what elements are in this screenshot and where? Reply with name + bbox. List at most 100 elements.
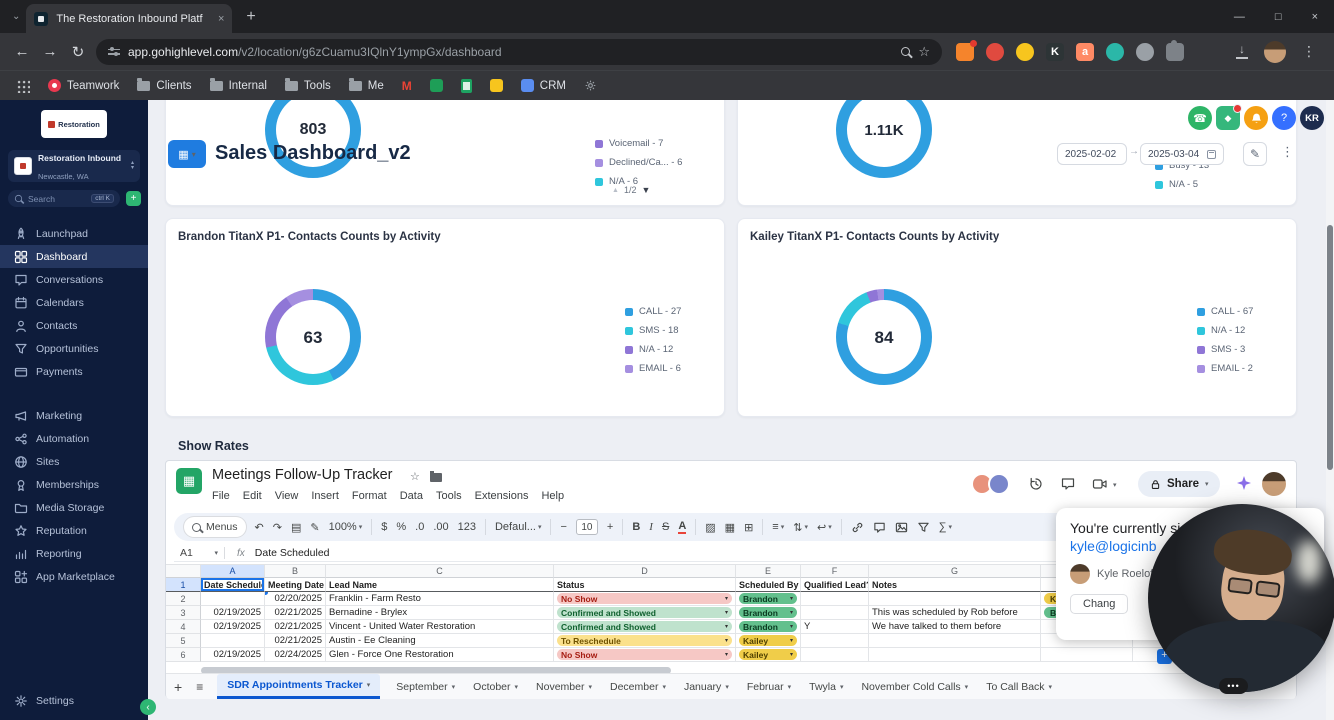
cell-lead-name[interactable]: Glen - Force One Restoration	[326, 648, 554, 662]
cell-lead-name[interactable]: Bernadine - Brylex	[326, 606, 554, 620]
cell-scheduled-by[interactable]: Brandon ▾	[736, 620, 801, 634]
cell-meeting-date[interactable]: 02/24/2025	[265, 648, 326, 662]
cell-date-scheduled[interactable]	[201, 592, 265, 606]
sidebar-item-automation[interactable]: Automation	[0, 427, 148, 450]
sheets-menu-item[interactable]: File	[212, 490, 230, 502]
scheduled-by-dropdown-chip[interactable]: Kailey ▾	[739, 649, 797, 660]
sidebar-item-opportunities[interactable]: Opportunities	[0, 337, 148, 360]
formula-input[interactable]: Date Scheduled	[255, 547, 330, 559]
forward-button[interactable]: →	[36, 43, 64, 60]
row-number[interactable]: 3	[166, 606, 201, 620]
announcements-icon[interactable]: ◆	[1216, 104, 1242, 130]
sidebar-item-sites[interactable]: Sites	[0, 450, 148, 473]
location-switcher[interactable]: Restoration Inbound Newcastle, WA ▴ ▾	[8, 150, 140, 182]
cell-notes[interactable]	[869, 648, 1041, 662]
zoom-select[interactable]: 100% ▾	[329, 521, 363, 533]
row-number[interactable]: 4	[166, 620, 201, 634]
sidebar-item-reporting[interactable]: Reporting	[0, 542, 148, 565]
bookmark-teamwork[interactable]: Teamwork	[48, 79, 119, 92]
date-to-input[interactable]: 2025-03-04	[1140, 143, 1224, 165]
text-color-icon[interactable]: A	[678, 520, 687, 534]
insert-link-icon[interactable]	[851, 521, 864, 534]
browser-tab[interactable]: The Restoration Inbound Platf ×	[26, 4, 233, 33]
bookmark-palm[interactable]	[429, 79, 443, 92]
cell-extra[interactable]	[1041, 648, 1133, 662]
number-format-icon[interactable]: 123	[458, 521, 476, 533]
edit-dashboard-button[interactable]: ✎	[1243, 142, 1267, 166]
quick-add-button[interactable]: +	[126, 191, 141, 206]
bookmark-settings[interactable]	[584, 79, 597, 92]
star-icon[interactable]: ☆	[410, 470, 420, 483]
sidebar-item-launchpad[interactable]: Launchpad	[0, 222, 148, 245]
bookmark-folder-crm[interactable]: CRM	[520, 79, 566, 92]
column-header-e[interactable]: E	[736, 565, 801, 578]
sidebar-item-contacts[interactable]: Contacts	[0, 314, 148, 337]
column-header-c[interactable]: C	[326, 565, 554, 578]
cell-status[interactable]: Confirmed and Showed ▾	[554, 606, 736, 620]
window-close-button[interactable]: ×	[1312, 11, 1318, 23]
cell-meeting-date[interactable]: 02/20/2025	[265, 592, 326, 606]
menus-search-button[interactable]: Menus	[184, 517, 246, 537]
version-history-icon[interactable]	[1028, 476, 1044, 497]
sheet-tab[interactable]: To Call Back ▾	[984, 674, 1054, 699]
sidebar-item-media-storage[interactable]: Media Storage	[0, 496, 148, 519]
cell-status[interactable]: No Show ▾	[554, 648, 736, 662]
status-dropdown-chip[interactable]: Confirmed and Showed ▾	[557, 621, 732, 632]
bookmark-gmail[interactable]: M	[402, 79, 412, 93]
cell-meeting-date[interactable]: 02/21/2025	[265, 620, 326, 634]
sheets-menu-item[interactable]: Format	[352, 490, 387, 502]
scheduled-by-dropdown-chip[interactable]: Brandon ▾	[739, 607, 797, 618]
sheet-tab[interactable]: SDR Appointments Tracker ▾	[217, 674, 381, 699]
bookmark-slides[interactable]	[489, 79, 503, 92]
font-select[interactable]: Defaul... ▾	[495, 521, 541, 533]
bookmark-star-icon[interactable]: ☆	[918, 44, 930, 60]
bookmark-folder-me[interactable]: Me	[348, 78, 384, 92]
row-number[interactable]: 2	[166, 592, 201, 606]
webcam-overlay[interactable]	[1148, 504, 1334, 692]
name-box[interactable]: A1 ▾	[174, 547, 224, 559]
sheets-menu-item[interactable]: Help	[541, 490, 564, 502]
column-header-b[interactable]: B	[265, 565, 326, 578]
insert-image-icon[interactable]	[895, 521, 908, 534]
cell-meeting-date[interactable]: 02/21/2025	[265, 606, 326, 620]
reload-button[interactable]: ↻	[64, 43, 92, 61]
sheet-user-avatar[interactable]	[1262, 472, 1286, 496]
date-from-input[interactable]: 2025-02-02	[1057, 143, 1127, 165]
bookmark-folder-internal[interactable]: Internal	[209, 78, 267, 92]
sheets-menu-item[interactable]: Edit	[243, 490, 262, 502]
sidebar-item-calendars[interactable]: Calendars	[0, 291, 148, 314]
gemini-sparkle-icon[interactable]	[1236, 475, 1252, 496]
sheets-menu-item[interactable]: Tools	[436, 490, 462, 502]
tab-close-icon[interactable]: ×	[218, 13, 224, 25]
cell-qualified[interactable]: Y	[801, 620, 869, 634]
font-size-increase-icon[interactable]: +	[607, 521, 613, 533]
site-info-icon[interactable]	[108, 47, 120, 55]
cell-a1[interactable]: Date Scheduled	[201, 578, 265, 592]
extension-icon-4[interactable]: K	[1046, 42, 1064, 61]
cell-qualified[interactable]	[801, 648, 869, 662]
share-button[interactable]: Share ▾	[1138, 471, 1221, 497]
cell-scheduled-by[interactable]: Brandon ▾	[736, 592, 801, 606]
filter-icon[interactable]	[917, 521, 930, 534]
cell[interactable]: Notes	[869, 578, 1041, 592]
strikethrough-icon[interactable]: S	[662, 521, 669, 533]
sheet-tab[interactable]: September ▾	[394, 674, 457, 699]
sheet-tab[interactable]: Februar ▾	[745, 674, 793, 699]
extension-icon-6[interactable]	[1106, 42, 1124, 61]
cell-meeting-date[interactable]: 02/21/2025	[265, 634, 326, 648]
sidebar-item-app-marketplace[interactable]: App Marketplace	[0, 565, 148, 588]
bookmark-folder-clients[interactable]: Clients	[137, 78, 192, 92]
sidebar-collapse-button[interactable]: ‹	[140, 699, 156, 715]
all-sheets-icon[interactable]: ≡	[196, 680, 203, 694]
column-header-f[interactable]: F	[801, 565, 869, 578]
chevron-down-icon[interactable]: ▾	[1113, 481, 1117, 489]
phone-icon[interactable]: ☎	[1188, 106, 1212, 130]
sheets-menu-item[interactable]: Data	[400, 490, 423, 502]
pager-down-icon[interactable]: ▼	[641, 185, 650, 195]
percent-format-icon[interactable]: %	[396, 521, 406, 533]
sheet-title[interactable]: Meetings Follow-Up Tracker	[212, 467, 393, 483]
sidebar-item-dashboard[interactable]: Dashboard	[0, 245, 148, 268]
status-dropdown-chip[interactable]: To Reschedule ▾	[557, 635, 732, 646]
sheet-tab[interactable]: October ▾	[471, 674, 520, 699]
tab-search-icon[interactable]: ⌄	[12, 11, 20, 22]
